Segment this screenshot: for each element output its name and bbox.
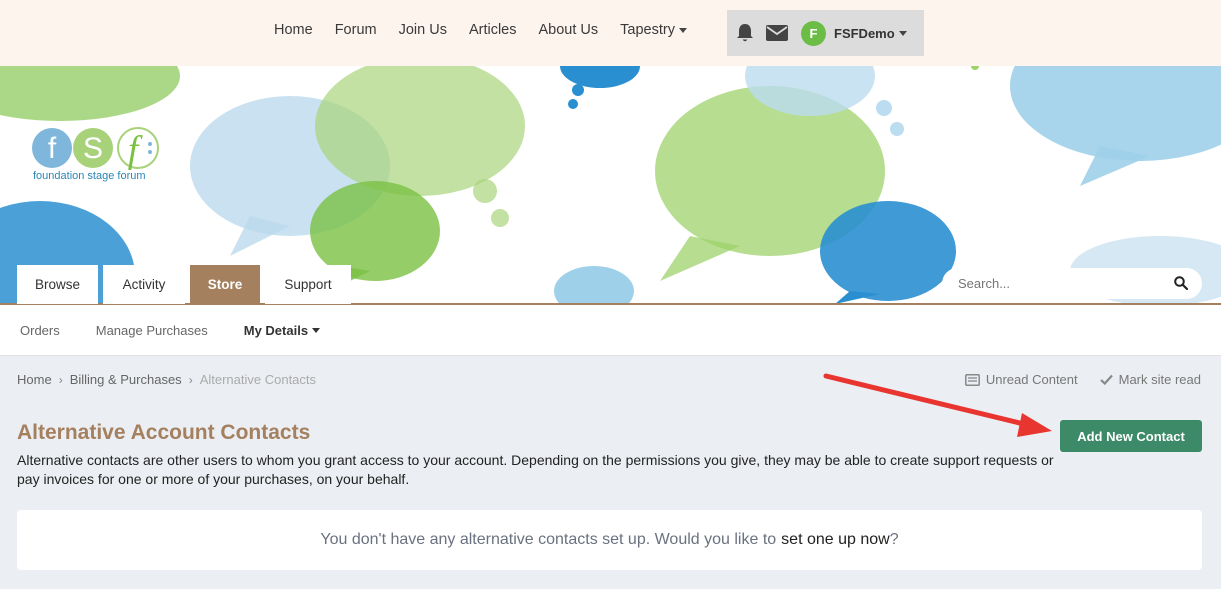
caret-down-icon bbox=[312, 327, 321, 333]
check-icon bbox=[1099, 374, 1113, 385]
newspaper-icon bbox=[964, 373, 980, 386]
mark-site-read-link[interactable]: Mark site read bbox=[1099, 372, 1201, 387]
fsf-logo[interactable]: f S f foundation stage forum bbox=[30, 122, 165, 192]
tab-activity[interactable]: Activity bbox=[103, 265, 185, 304]
set-one-up-link[interactable]: set one up now bbox=[781, 531, 890, 549]
nav-about-us[interactable]: About Us bbox=[539, 22, 599, 38]
svg-text:S: S bbox=[83, 132, 103, 165]
subnav-orders[interactable]: Orders bbox=[20, 323, 60, 338]
caret-down-icon bbox=[678, 27, 687, 33]
nav-articles[interactable]: Articles bbox=[469, 22, 517, 38]
avatar[interactable]: F bbox=[801, 20, 826, 46]
nav-tapestry[interactable]: Tapestry bbox=[620, 22, 687, 38]
breadcrumb-current: Alternative Contacts bbox=[199, 372, 317, 387]
caret-down-icon bbox=[898, 30, 907, 36]
add-new-contact-button[interactable]: Add New Contact bbox=[1060, 420, 1202, 452]
search-box bbox=[942, 268, 1202, 299]
mark-site-read-label: Mark site read bbox=[1118, 372, 1201, 387]
tab-store[interactable]: Store bbox=[190, 265, 260, 304]
subnav-my-details[interactable]: My Details bbox=[243, 322, 321, 338]
chevron-right-icon: › bbox=[58, 372, 63, 387]
top-bar: Home Forum Join Us Articles About Us Tap… bbox=[0, 0, 1221, 66]
page-description: Alternative contacts are other users to … bbox=[17, 452, 1054, 487]
breadcrumb: Home › Billing & Purchases › Alternative… bbox=[17, 372, 316, 387]
empty-state-panel: You don't have any alternative contacts … bbox=[17, 510, 1202, 570]
subnav-manage-purchases[interactable]: Manage Purchases bbox=[96, 323, 208, 338]
main-tabs: Browse Activity Store Support bbox=[17, 265, 356, 304]
page-title: Alternative Account Contacts bbox=[17, 421, 311, 444]
store-subnav: Orders Manage Purchases My Details bbox=[0, 305, 1221, 356]
empty-state-suffix: ? bbox=[889, 531, 899, 548]
chevron-right-icon: › bbox=[188, 372, 193, 387]
unread-content-label: Unread Content bbox=[985, 372, 1078, 387]
envelope-icon[interactable] bbox=[765, 21, 789, 45]
main-navigation: Home Forum Join Us Articles About Us Tap… bbox=[263, 0, 698, 60]
nav-join-us[interactable]: Join Us bbox=[399, 22, 447, 38]
tab-browse[interactable]: Browse bbox=[17, 265, 98, 304]
search-input[interactable] bbox=[958, 276, 1158, 291]
user-name: FSFDemo bbox=[834, 25, 895, 41]
breadcrumb-billing[interactable]: Billing & Purchases bbox=[70, 372, 182, 387]
nav-tapestry-label: Tapestry bbox=[620, 22, 675, 38]
subnav-my-details-label: My Details bbox=[243, 322, 309, 338]
bell-icon[interactable] bbox=[733, 21, 757, 45]
nav-home[interactable]: Home bbox=[274, 22, 313, 38]
user-menu[interactable]: FSFDemo bbox=[834, 26, 907, 41]
breadcrumb-actions: Unread Content Mark site read bbox=[943, 372, 1201, 387]
breadcrumb-home[interactable]: Home bbox=[17, 372, 52, 387]
user-bar: F FSFDemo bbox=[727, 10, 924, 56]
svg-text:f: f bbox=[48, 132, 57, 165]
tab-support[interactable]: Support bbox=[265, 265, 351, 304]
nav-forum[interactable]: Forum bbox=[335, 22, 377, 38]
unread-content-link[interactable]: Unread Content bbox=[964, 372, 1078, 387]
empty-state-text: You don't have any alternative contacts … bbox=[320, 531, 777, 548]
logo-tagline: foundation stage forum bbox=[33, 170, 146, 182]
search-icon[interactable] bbox=[1174, 276, 1188, 290]
